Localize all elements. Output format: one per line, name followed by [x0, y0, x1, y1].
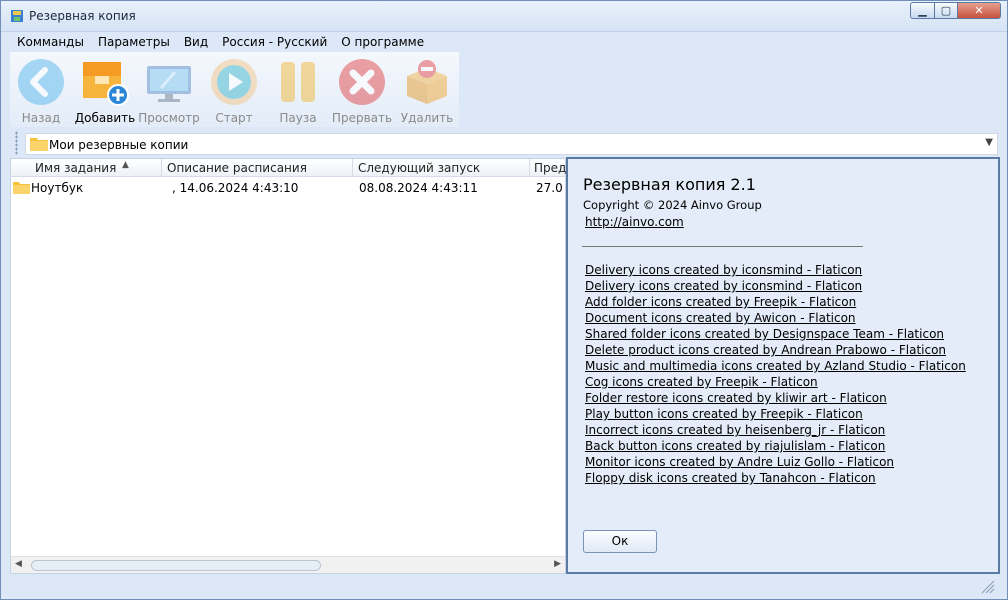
delete-button[interactable]: Удалить — [395, 54, 459, 126]
toolbar-grip[interactable] — [15, 131, 18, 155]
add-folder-icon — [83, 62, 129, 106]
menu-parameters[interactable]: Параметры — [91, 33, 177, 51]
credit-link[interactable]: Back button icons created by riajulislam… — [585, 439, 966, 455]
maximize-button[interactable]: ▢ — [935, 2, 958, 19]
ok-button[interactable]: Ок — [583, 530, 657, 553]
maximize-icon: ▢ — [940, 4, 952, 17]
credit-link[interactable]: Add folder icons created by Freepik - Fl… — [585, 295, 966, 311]
list-header: Имя задания ▲ Описание расписания Следую… — [11, 159, 566, 177]
credit-link[interactable]: Monitor icons created by Andre Luiz Goll… — [585, 455, 966, 471]
folder-icon — [13, 182, 30, 194]
close-icon: ✕ — [974, 4, 984, 17]
pause-label: Пауза — [279, 111, 317, 125]
credit-link[interactable]: Incorrect icons created by heisenberg_jr… — [585, 423, 966, 439]
cell-task-name: Ноутбук — [31, 181, 84, 195]
back-label: Назад — [21, 111, 61, 125]
cell-previous-run: 27.0 — [536, 181, 563, 195]
credit-link[interactable]: Delete product icons created by Andrean … — [585, 343, 966, 359]
credit-link[interactable]: Folder restore icons created by kliwir a… — [585, 391, 966, 407]
toolbar: Назад Добавить Просмотр Старт Пауза Прер… — [10, 52, 459, 127]
cell-schedule: , 14.06.2024 4:43:10 — [172, 181, 299, 195]
column-separator[interactable] — [161, 159, 162, 177]
caption-buttons: ▁ ▢ ✕ — [910, 2, 1001, 19]
pause-button[interactable]: Пауза — [266, 54, 330, 126]
view-label: Просмотр — [138, 111, 200, 125]
delete-box-icon — [407, 60, 447, 104]
about-url-link[interactable]: http://ainvo.com — [585, 215, 684, 229]
folder-icon — [30, 138, 48, 151]
close-button[interactable]: ✕ — [958, 2, 1001, 19]
back-button[interactable]: Назад — [9, 54, 73, 126]
menu-about[interactable]: О программе — [334, 33, 431, 51]
add-button[interactable]: Добавить — [73, 54, 137, 126]
credit-link[interactable]: Shared folder icons created by Designspa… — [585, 327, 966, 343]
menu-commands[interactable]: Комманды — [10, 33, 91, 51]
play-icon — [211, 59, 257, 105]
app-icon — [11, 10, 23, 22]
table-row[interactable]: Ноутбук , 14.06.2024 4:43:10 08.08.2024 … — [11, 178, 565, 196]
divider — [582, 246, 863, 247]
credits-list: Delivery icons created by iconsmind - Fl… — [585, 263, 966, 487]
main-window: Резервная копия ▁ ▢ ✕ Комманды Параметры… — [0, 0, 1008, 600]
credit-link[interactable]: Music and multimedia icons created by Az… — [585, 359, 966, 375]
credit-link[interactable]: Play button icons created by Freepik - F… — [585, 407, 966, 423]
back-icon — [18, 59, 64, 105]
start-button[interactable]: Старт — [202, 54, 266, 126]
credit-link[interactable]: Cog icons created by Freepik - Flaticon — [585, 375, 966, 391]
credit-link[interactable]: Delivery icons created by iconsmind - Fl… — [585, 263, 966, 279]
scroll-right-icon[interactable]: ▶ — [554, 559, 561, 569]
window-title: Резервная копия — [29, 9, 136, 23]
status-bar — [10, 577, 998, 597]
menu-bar: Комманды Параметры Вид Россия - Русский … — [10, 33, 431, 51]
about-panel: Резервная копия 2.1 Copyright © 2024 Ain… — [566, 157, 1000, 574]
menu-language[interactable]: Россия - Русский — [215, 33, 334, 51]
column-separator[interactable] — [529, 159, 530, 177]
scroll-thumb[interactable] — [31, 560, 321, 571]
task-list[interactable]: Имя задания ▲ Описание расписания Следую… — [10, 158, 566, 574]
column-previous-run[interactable]: Пред — [534, 161, 566, 175]
credit-link[interactable]: Delivery icons created by iconsmind - Fl… — [585, 279, 966, 295]
credit-link[interactable]: Document icons created by Awicon - Flati… — [585, 311, 966, 327]
start-label: Старт — [215, 111, 253, 125]
delete-label: Удалить — [400, 111, 454, 125]
view-button[interactable]: Просмотр — [137, 54, 201, 126]
column-next-run[interactable]: Следующий запуск — [358, 161, 480, 175]
abort-button[interactable]: Прервать — [330, 54, 394, 126]
scroll-left-icon[interactable]: ◀ — [15, 559, 22, 569]
column-separator[interactable] — [352, 159, 353, 177]
cell-next-run: 08.08.2024 4:43:11 — [359, 181, 478, 195]
credit-link[interactable]: Floppy disk icons created by Tanahcon - … — [585, 471, 966, 487]
minimize-icon: ▁ — [918, 4, 927, 17]
horizontal-scrollbar[interactable]: ◀ ▶ — [11, 556, 565, 573]
column-schedule[interactable]: Описание расписания — [167, 161, 307, 175]
about-title: Резервная копия 2.1 — [583, 175, 756, 194]
dropdown-arrow-icon[interactable]: ▼ — [985, 137, 993, 148]
minimize-button[interactable]: ▁ — [910, 2, 935, 19]
column-task-name[interactable]: Имя задания — [35, 161, 116, 175]
sort-ascending-icon: ▲ — [122, 160, 129, 170]
monitor-icon — [147, 66, 191, 102]
path-combobox[interactable]: Мои резервные копии ▼ — [25, 133, 998, 155]
title-bar[interactable]: Резервная копия ▁ ▢ ✕ — [1, 1, 1007, 32]
path-value: Мои резервные копии — [49, 138, 189, 152]
abort-icon — [339, 59, 385, 105]
abort-label: Прервать — [331, 111, 393, 125]
about-copyright: Copyright © 2024 Ainvo Group — [583, 198, 762, 212]
resize-grip-icon[interactable] — [981, 580, 995, 594]
menu-view[interactable]: Вид — [177, 33, 215, 51]
pause-icon — [281, 62, 315, 102]
add-label: Добавить — [74, 111, 136, 125]
